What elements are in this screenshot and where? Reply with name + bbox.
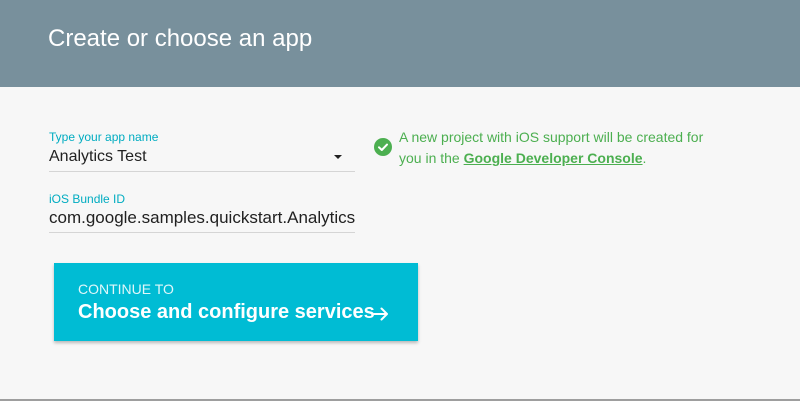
check-circle-icon: [374, 138, 392, 156]
continue-button[interactable]: CONTINUE TO Choose and configure service…: [54, 263, 418, 341]
continue-small-label: CONTINUE TO: [78, 281, 174, 297]
bundle-id-input[interactable]: [49, 206, 355, 230]
bundle-id-label: iOS Bundle ID: [49, 192, 126, 206]
app-name-select[interactable]: Type your app name Analytics Test: [49, 130, 355, 172]
developer-console-link[interactable]: Google Developer Console: [464, 150, 643, 166]
bundle-id-underline: [49, 232, 355, 233]
arrow-right-icon: [373, 307, 388, 321]
page-title: Create or choose an app: [48, 25, 313, 52]
bundle-id-field: iOS Bundle ID: [49, 192, 355, 233]
app-name-label: Type your app name: [49, 130, 159, 144]
app-name-underline: [49, 171, 355, 172]
info-text-after: .: [642, 150, 647, 166]
app-name-value: Analytics Test: [49, 148, 147, 165]
dropdown-arrow-icon[interactable]: [334, 155, 342, 159]
info-text: A new project with iOS support will be c…: [399, 127, 729, 169]
continue-main-label: Choose and configure services: [78, 301, 375, 323]
app-header: Create or choose an app: [0, 0, 800, 87]
